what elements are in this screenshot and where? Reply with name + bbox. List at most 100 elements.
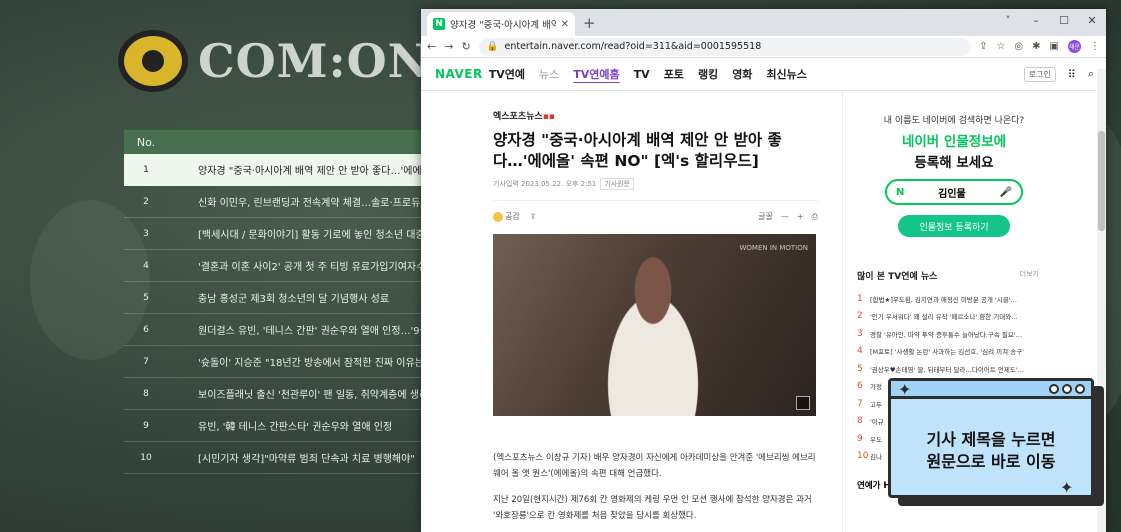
maximize-icon[interactable]: ☐ <box>1050 14 1078 27</box>
scroll-thumb[interactable] <box>1098 131 1105 231</box>
article-paragraph: (엑스포츠뉴스 이창규 기자) 배우 양자경이 자신에게 아카데미상을 안겨준 … <box>493 453 816 479</box>
table-row[interactable]: 4 '결혼과 이혼 사이2' 공개 첫 주 티빙 유료가입기여자수 1위 <box>124 250 424 282</box>
font-tools: 글꼴 — + ⎙ <box>758 211 818 222</box>
tab-close-icon[interactable]: ✕ <box>561 19 569 30</box>
rank-title: 김나 <box>870 453 882 462</box>
bookmark-star-icon[interactable]: ☆ <box>996 41 1005 52</box>
search-icon[interactable]: ⌕ <box>1088 67 1094 81</box>
promo-register-button[interactable]: 인물정보 등록하기 <box>898 215 1010 237</box>
font-smaller-icon[interactable]: — <box>781 212 789 221</box>
row-title[interactable]: '결혼과 이혼 사이2' 공개 첫 주 티빙 유료가입기여자수 1위 <box>168 258 424 273</box>
sidepanel-icon[interactable]: ▣ <box>1050 41 1059 52</box>
article-photo[interactable]: WOMEN IN MOTION <box>493 234 816 416</box>
browser-toolbar: ⇪ ☆ ◎ ✱ ▣ 재운 ⋮ <box>979 40 1100 53</box>
ranking-item[interactable]: 1 [합법★]우도환, 김지연과 애정신 미방분 공개 '시끌'… <box>857 290 1039 308</box>
table-row[interactable]: 1 양자경 "중국·아시아계 배역 제안 안 받아 좋다…'에에올' 속편 <box>124 154 424 186</box>
service-name[interactable]: TV연예 <box>489 66 525 82</box>
font-larger-icon[interactable]: + <box>797 212 804 221</box>
extension-icon[interactable]: ◎ <box>1014 41 1023 52</box>
browser-tab[interactable]: N 양자경 "중국·아시아계 배역 제안 " ✕ <box>427 12 575 36</box>
press-name: 엑스포츠뉴스 <box>493 112 543 122</box>
apps-grid-icon[interactable]: ⠿ <box>1068 68 1076 81</box>
rank-number: 7 <box>857 398 863 409</box>
table-row[interactable]: 8 보이즈플래닛 출신 '천관루이' 팬 일동, 취약계층에 생리대와 <box>124 378 424 410</box>
profile-avatar[interactable]: 재운 <box>1068 40 1081 53</box>
article-date: 기사입력 2023.05.22. 오후 2:51 <box>493 180 597 188</box>
row-title[interactable]: 원더걸스 유빈, '테니스 간판' 권순우와 열애 인정…'9살 연상 <box>168 322 424 337</box>
rank-number: 5 <box>857 363 863 374</box>
row-number: 9 <box>143 420 149 431</box>
tooltip-line1: 기사 제목을 누르면 <box>926 430 1056 449</box>
press-mark-icon: ▪▪ <box>542 112 555 122</box>
naver-logo[interactable]: NAVER <box>435 67 483 81</box>
promo-banner[interactable]: 내 이름도 네이버에 검색하면 나온다? 네이버 인물정보에 등록해 보세요 N… <box>857 113 1051 237</box>
tab-search-icon[interactable]: ˅ <box>994 14 1022 27</box>
row-title[interactable]: 보이즈플래닛 출신 '천관루이' 팬 일동, 취약계층에 생리대와 <box>168 386 424 401</box>
nav-ranking[interactable]: 랭킹 <box>698 66 718 82</box>
table-row[interactable]: 2 신화 이민우, 린브랜딩과 전속계약 체결…솔로·프로듀서 활동 <box>124 186 424 218</box>
dot-icon <box>1075 383 1085 394</box>
ranking-item[interactable]: 2 '인기 우서워다' 왜 설리 유작 '페르소나' 향한 기대와… <box>857 308 1039 326</box>
tooltip-text: 기사 제목을 누르면 원문으로 바로 이동 <box>891 429 1091 473</box>
row-number: 7 <box>143 356 149 367</box>
back-icon[interactable]: ← <box>427 40 436 53</box>
logo-mark-icon <box>118 30 188 92</box>
dot-icon <box>1049 383 1059 394</box>
table-row[interactable]: 5 충남 홍성군 제3회 청소년의 달 기념행사 성료 <box>124 282 424 314</box>
ranking-more-link[interactable]: 더보기 <box>1020 269 1039 282</box>
rank-number: 6 <box>857 381 863 392</box>
new-tab-icon[interactable]: + <box>583 14 596 32</box>
rank-number: 10 <box>857 451 869 462</box>
table-row[interactable]: 6 원더걸스 유빈, '테니스 간판' 권순우와 열애 인정…'9살 연상 <box>124 314 424 346</box>
share-icon[interactable]: ⇪ <box>530 212 537 221</box>
table-row[interactable]: 9 유빈, '韓 테니스 간판스타' 권순우와 열애 인정 <box>124 410 424 442</box>
news-table: No. 1 양자경 "중국·아시아계 배역 제안 안 받아 좋다…'에에올' 속편… <box>124 128 424 474</box>
ranking-header: 많이 본 TV연예 뉴스 더보기 <box>857 269 1039 282</box>
ranking-title: 많이 본 TV연예 뉴스 <box>857 272 938 282</box>
original-link[interactable]: 기사원문 <box>600 178 635 190</box>
nav-tv-home[interactable]: TV연예홈 <box>573 66 619 82</box>
row-title[interactable]: 양자경 "중국·아시아계 배역 제안 안 받아 좋다…'에에올' 속편 <box>168 162 424 177</box>
font-button[interactable]: 글꼴 <box>758 211 773 222</box>
close-window-icon[interactable]: ✕ <box>1078 14 1106 27</box>
nav-photo[interactable]: 포토 <box>664 66 684 82</box>
print-icon[interactable]: ⎙ <box>812 212 818 222</box>
nav-tv[interactable]: TV <box>634 68 650 81</box>
ranking-item[interactable]: 4 [M포토] '사생활 논란' 사과하는 김선호, '심려 끼쳐 송구' <box>857 343 1039 361</box>
nav-latest[interactable]: 최신뉴스 <box>766 66 806 82</box>
tooltip-line2: 원문으로 바로 이동 <box>926 452 1056 471</box>
nav-movie[interactable]: 영화 <box>732 66 752 82</box>
tooltip-card: 기사 제목을 누르면 원문으로 바로 이동 ✦ ✦ <box>888 378 1104 506</box>
promo-line2: 등록해 보세요 <box>914 155 994 171</box>
forward-icon[interactable]: → <box>444 40 453 53</box>
sparkle-icon: ✦ <box>898 380 912 399</box>
share-icon[interactable]: ⇪ <box>979 41 987 52</box>
row-number: 4 <box>143 260 149 271</box>
row-title[interactable]: 유빈, '韓 테니스 간판스타' 권순우와 열애 인정 <box>168 418 424 433</box>
row-title[interactable]: '슛돌이' 지승준 "18년간 방송에서 잠적한 진짜 이유는"(강심 <box>168 354 424 369</box>
row-title[interactable]: [시민기자 생각]"마약류 범죄 단속과 치료 병행해야" <box>168 450 424 465</box>
naver-nav: NAVER TV연예 뉴스 TV연예홈 TV 포토 랭킹 영화 최신뉴스 로그인… <box>421 58 1106 91</box>
naver-favicon-icon: N <box>433 18 445 30</box>
menu-dots-icon[interactable]: ⋮ <box>1090 41 1100 52</box>
nav-news[interactable]: 뉴스 <box>539 66 559 82</box>
table-header: No. <box>124 128 424 154</box>
article-tools: 공감 ⇪ 글꼴 — + ⎙ <box>493 200 818 222</box>
table-row[interactable]: 10 [시민기자 생각]"마약류 범죄 단속과 치료 병행해야" <box>124 442 424 474</box>
row-title[interactable]: 신화 이민우, 린브랜딩과 전속계약 체결…솔로·프로듀서 활동 <box>168 194 424 209</box>
ranking-item[interactable]: 3 경찰 '유아인, 마약 투약 증후통수 늘어났다.구속 필요'… <box>857 325 1039 343</box>
like-button[interactable]: 공감 <box>493 211 520 222</box>
table-row[interactable]: 3 [백세시대 / 문화이야기] 활동 기로에 놓인 청소년 대중문화 <box>124 218 424 250</box>
press-logo[interactable]: 엑스포츠뉴스▪▪ <box>493 109 818 122</box>
login-button[interactable]: 로그인 <box>1023 66 1056 82</box>
ranking-item[interactable]: 5 '권상우♥손태영' 딸, 뒤태부터 달라…다이어트 언제도'… <box>857 360 1039 378</box>
table-row[interactable]: 7 '슛돌이' 지승준 "18년간 방송에서 잠적한 진짜 이유는"(강심 <box>124 346 424 378</box>
row-title[interactable]: 충남 홍성군 제3회 청소년의 달 기념행사 성료 <box>168 290 424 305</box>
row-title[interactable]: [백세시대 / 문화이야기] 활동 기로에 놓인 청소년 대중문화 <box>168 226 424 241</box>
puzzle-icon[interactable]: ✱ <box>1032 41 1040 52</box>
reload-icon[interactable]: ↻ <box>461 40 470 53</box>
photo-watermark: WOMEN IN MOTION <box>739 244 808 252</box>
zoom-icon[interactable] <box>796 396 810 410</box>
url-field[interactable]: 🔒 entertain.naver.com/read?oid=311&aid=0… <box>478 37 972 56</box>
minimize-icon[interactable]: – <box>1022 14 1050 27</box>
